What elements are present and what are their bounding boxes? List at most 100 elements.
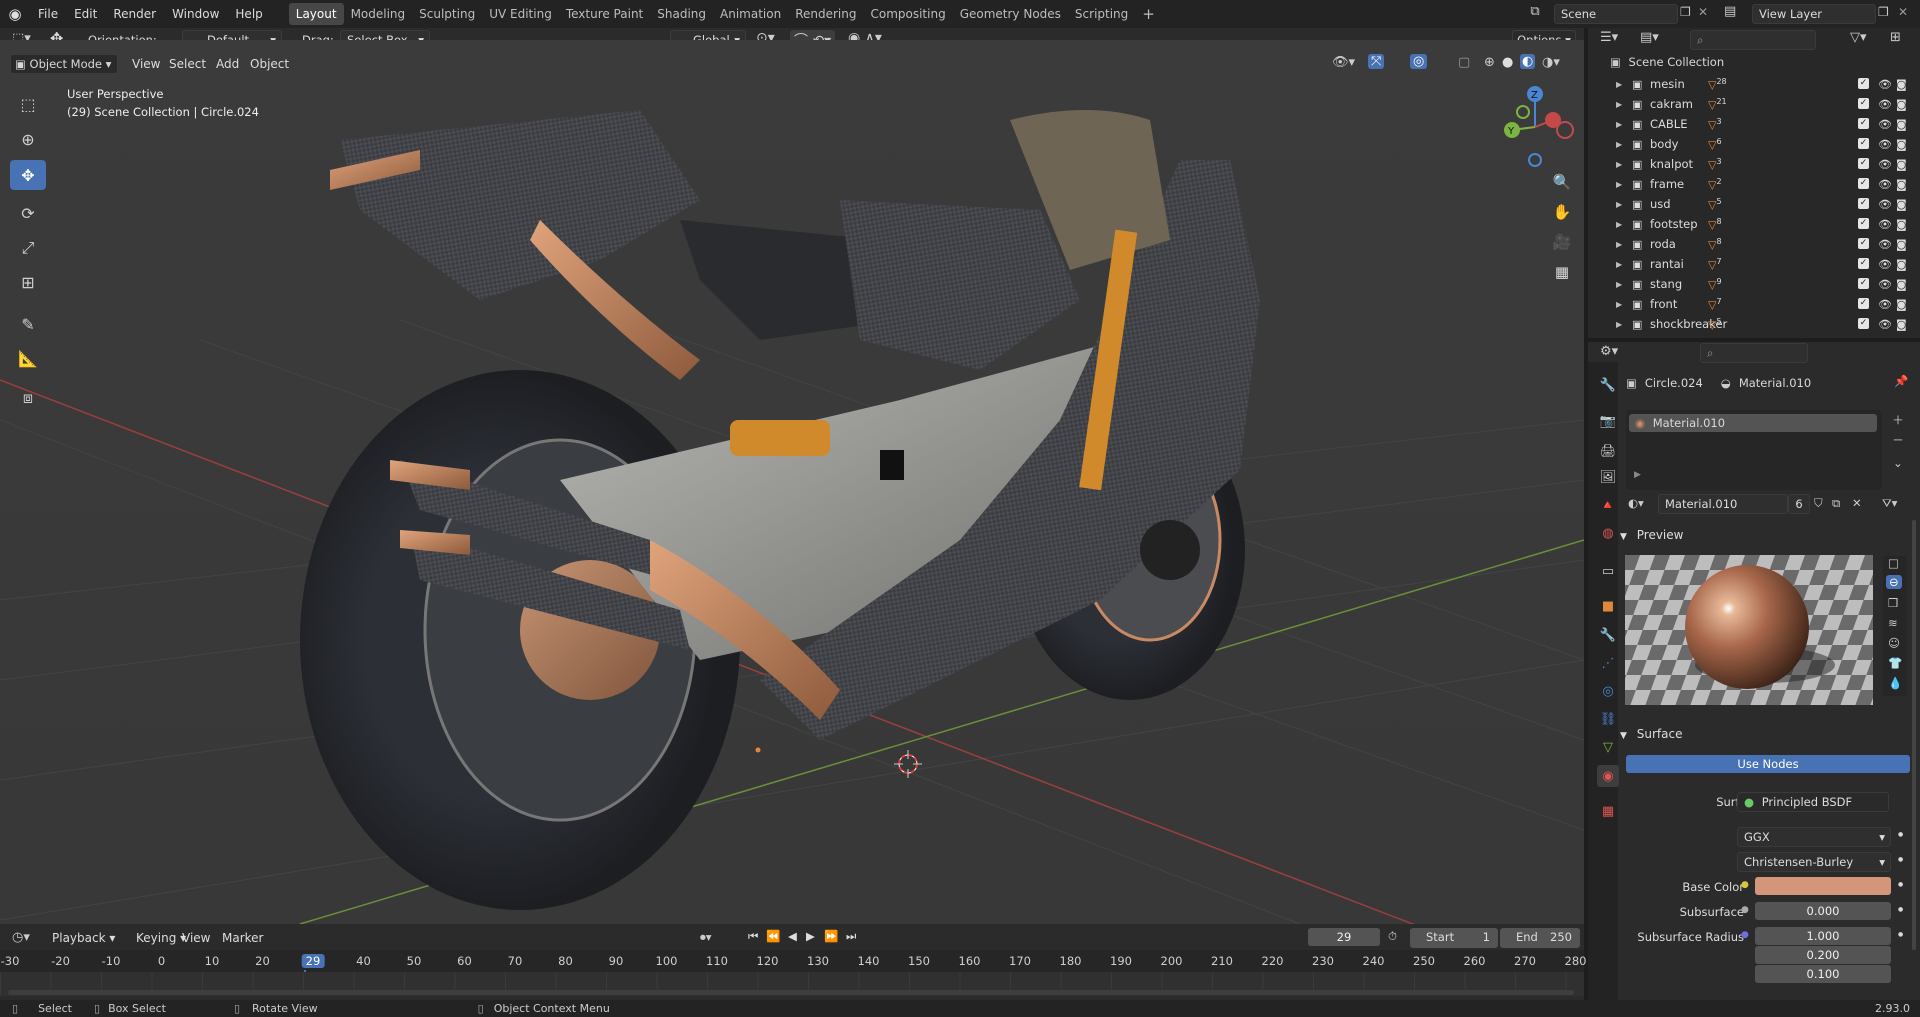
expand-arrow-icon[interactable]: ▶ [1616, 320, 1622, 329]
camera-icon[interactable]: ◙ [1896, 158, 1907, 171]
world-tab-icon[interactable]: ◍ [1597, 522, 1619, 544]
outliner-row[interactable]: ▶ ▣ usd ▽5 ✓ 👁 ◙ [1588, 194, 1920, 214]
menu-add[interactable]: Add [210, 54, 245, 74]
surface-shader-field[interactable]: ● Principled BSDF [1737, 792, 1889, 812]
base-color-anim-icon[interactable]: ● [1898, 881, 1903, 888]
base-color-swatch[interactable] [1755, 877, 1891, 895]
cursor-tool-icon[interactable]: ⊕ [10, 124, 46, 154]
timeline-ruler[interactable] [0, 950, 1584, 972]
scene-tab-icon[interactable]: 🔺 [1597, 494, 1619, 516]
expand-arrow-icon[interactable]: ▶ [1616, 260, 1622, 269]
eye-icon[interactable]: 👁 [1878, 238, 1892, 251]
navigation-gizmo[interactable]: Z Y [1490, 82, 1580, 172]
menu-object[interactable]: Object [244, 54, 295, 74]
expand-arrow-icon[interactable]: ▶ [1616, 160, 1622, 169]
tab-shading[interactable]: Shading [650, 3, 713, 25]
play-reverse-icon[interactable]: ◀ [788, 929, 797, 943]
playback-menu[interactable]: Playback ▾ [46, 928, 121, 948]
camera-icon[interactable]: ◙ [1896, 318, 1907, 331]
exclude-checkbox[interactable]: ✓ [1858, 238, 1869, 249]
subsurface-radius-x[interactable]: 1.000 [1755, 927, 1891, 945]
view-layer-copy-icon[interactable]: ❐ [1878, 5, 1889, 19]
gizmo-toggle-icon[interactable]: ⤧ [1368, 54, 1385, 69]
end-frame-field[interactable]: End 250 [1500, 928, 1580, 948]
tab-compositing[interactable]: Compositing [863, 3, 952, 25]
expand-arrow-icon[interactable]: ▶ [1616, 100, 1622, 109]
exclude-checkbox[interactable]: ✓ [1858, 138, 1869, 149]
camera-icon[interactable]: ◙ [1896, 98, 1907, 111]
exclude-checkbox[interactable]: ✓ [1858, 218, 1869, 229]
user-count[interactable]: 6 [1788, 494, 1810, 514]
duplicate-material-icon[interactable]: ⧉ [1832, 496, 1840, 511]
eye-icon[interactable]: 👁 [1878, 258, 1892, 271]
menu-select[interactable]: Select [163, 54, 212, 74]
select-box-tool-icon[interactable]: ⬚ [10, 89, 46, 119]
exclude-checkbox[interactable]: ✓ [1858, 78, 1869, 89]
timeline-editor-icon[interactable]: ◷▾ [12, 930, 30, 945]
exclude-checkbox[interactable]: ✓ [1858, 98, 1869, 109]
view-layer-icon[interactable]: ▤ [1724, 4, 1736, 19]
pin-icon[interactable]: 📌 [1894, 374, 1908, 388]
rotate-tool-icon[interactable]: ⟳ [10, 198, 46, 228]
menu-window[interactable]: Window [164, 0, 227, 28]
outliner-editor-icon[interactable]: ☰▾ [1600, 30, 1618, 45]
modifier-tab-icon[interactable]: 🔧 [1597, 624, 1619, 646]
jump-keyframe-back-icon[interactable]: ⏪ [766, 929, 780, 943]
subsurface-radius-anim-icon[interactable]: ● [1898, 931, 1903, 938]
subsurface-value[interactable]: 0.000 [1755, 902, 1891, 920]
eye-icon[interactable]: 👁 [1878, 118, 1892, 131]
expand-arrow-icon[interactable]: ▶ [1616, 300, 1622, 309]
preview-fluid-icon[interactable]: 💧 [1888, 676, 1902, 690]
outliner-row[interactable]: ▶ ▣ shockbreaker ▽5 ✓ 👁 ◙ [1588, 314, 1920, 334]
scene-selector-icon[interactable]: ⧉ [1524, 4, 1546, 24]
camera-icon[interactable]: ◙ [1896, 218, 1907, 231]
outliner-row[interactable]: ▶ ▣ mesin ▽28 ✓ 👁 ◙ [1588, 74, 1920, 94]
tab-animation[interactable]: Animation [713, 3, 788, 25]
camera-icon[interactable]: ◙ [1896, 278, 1907, 291]
menu-view[interactable]: View [126, 54, 166, 74]
jump-keyframe-forward-icon[interactable]: ⏩ [824, 929, 838, 943]
distribution-dropdown[interactable]: GGX ▾ [1737, 827, 1891, 847]
menu-edit[interactable]: Edit [66, 0, 105, 28]
display-mode-icon[interactable]: ▤▾ [1640, 30, 1659, 45]
eye-icon[interactable]: 👁 [1878, 78, 1892, 91]
preview-cube-icon[interactable]: ❒ [1888, 596, 1898, 610]
scene-collection-row[interactable]: ▣ Scene Collection [1610, 55, 1910, 73]
fake-user-icon[interactable]: ⛉ [1814, 496, 1823, 511]
camera-icon[interactable]: ◙ [1896, 258, 1907, 271]
constraints-tab-icon[interactable]: ⛓ [1597, 708, 1619, 730]
outliner-row[interactable]: ▶ ▣ cakram ▽21 ✓ 👁 ◙ [1588, 94, 1920, 114]
properties-search-input[interactable]: ⌕ [1700, 343, 1808, 363]
expand-icon[interactable]: ▶ [1634, 470, 1641, 480]
timeline-view-menu[interactable]: View [176, 928, 216, 948]
eye-icon[interactable]: 👁 [1878, 138, 1892, 151]
outliner-row[interactable]: ▶ ▣ knalpot ▽3 ✓ 👁 ◙ [1588, 154, 1920, 174]
exclude-checkbox[interactable]: ✓ [1858, 198, 1869, 209]
eye-icon[interactable]: 👁 [1878, 278, 1892, 291]
exclude-checkbox[interactable]: ✓ [1858, 158, 1869, 169]
outliner-row[interactable]: ▶ ▣ body ▽6 ✓ 👁 ◙ [1588, 134, 1920, 154]
current-frame-field[interactable]: 29 [1308, 928, 1380, 946]
menu-render[interactable]: Render [105, 0, 164, 28]
solid-shading-icon[interactable]: ● [1502, 55, 1513, 70]
subsurface-anim-icon[interactable]: ● [1898, 906, 1903, 913]
exclude-checkbox[interactable]: ✓ [1858, 298, 1869, 309]
texture-tab-icon[interactable]: ▦ [1597, 800, 1619, 822]
eye-icon[interactable]: 👁 [1878, 218, 1892, 231]
camera-icon[interactable]: ◙ [1896, 198, 1907, 211]
tab-modeling[interactable]: Modeling [344, 3, 413, 25]
outliner-search-input[interactable]: ⌕ [1690, 30, 1816, 50]
jump-end-icon[interactable]: ⏭ [846, 929, 856, 944]
use-nodes-button[interactable]: Use Nodes [1626, 755, 1910, 773]
stopwatch-icon[interactable]: ⏱ [1388, 929, 1397, 944]
subsurface-radius-z[interactable]: 0.100 [1755, 965, 1891, 983]
expand-arrow-icon[interactable]: ▶ [1616, 220, 1622, 229]
scene-close-icon[interactable]: ✕ [1698, 5, 1708, 19]
browse-material-icon[interactable]: ◐▾ [1628, 496, 1644, 510]
outliner-row[interactable]: ▶ ▣ rantai ▽7 ✓ 👁 ◙ [1588, 254, 1920, 274]
link-mode-icon[interactable]: ⛛▾ [1882, 496, 1897, 511]
marker-menu[interactable]: Marker [216, 928, 269, 948]
view-layer-field[interactable]: View Layer [1752, 4, 1876, 24]
camera-icon[interactable]: ◙ [1896, 138, 1907, 151]
annotate-tool-icon[interactable]: ✎ [10, 309, 46, 339]
